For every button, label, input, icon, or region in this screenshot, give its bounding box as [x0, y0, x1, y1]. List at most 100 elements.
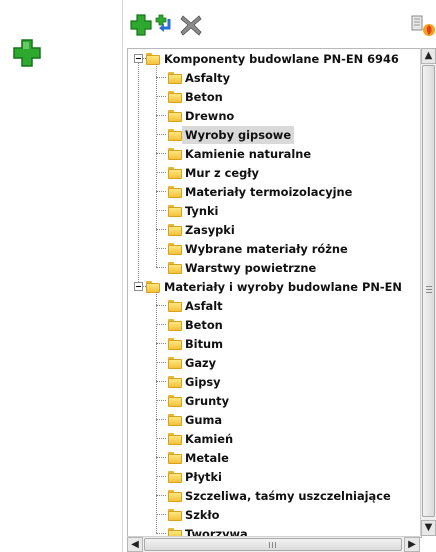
tree-item-row[interactable]: Zasypki [128, 221, 421, 239]
tree-item-row[interactable]: Kamień [128, 430, 421, 448]
vertical-scroll-thumb[interactable] [422, 65, 435, 517]
tree-connector [156, 457, 166, 458]
folder-icon [168, 167, 182, 179]
tree-connector [156, 476, 166, 477]
tree-connector [156, 96, 166, 97]
tree-connector [156, 438, 166, 439]
tree-connector [156, 134, 166, 135]
add-icon-large[interactable] [12, 38, 42, 68]
tree-item-label: Beton [185, 90, 223, 104]
tree-item-label: Kamień [185, 432, 234, 446]
tree-item-row[interactable]: Bitum [128, 335, 421, 353]
tree-connector [156, 400, 166, 401]
collapse-toggle-icon[interactable] [134, 282, 143, 291]
tree-connector [156, 495, 166, 496]
folder-icon [146, 281, 160, 293]
vertical-scrollbar[interactable]: ▲ ▼ [420, 48, 436, 536]
tree-connector [156, 248, 166, 249]
tree-item-row[interactable]: Kamienie naturalne [128, 145, 421, 163]
folder-icon [168, 452, 182, 464]
folder-icon [168, 319, 182, 331]
tree-connector [156, 292, 157, 533]
tree-item-row[interactable]: Metale [128, 449, 421, 467]
tree-group-row[interactable]: Komponenty budowlane PN-EN 6946 [128, 50, 421, 68]
tree-item-row[interactable]: Gazy [128, 354, 421, 372]
tree-item-label: Gazy [185, 356, 217, 370]
tree-item-row[interactable]: Grunty [128, 392, 421, 410]
horizontal-scrollbar[interactable]: ◀ ▶ [127, 536, 420, 552]
delete-icon[interactable] [180, 14, 202, 36]
tree-item-row[interactable]: Tynki [128, 202, 421, 220]
folder-icon [146, 53, 160, 65]
tree-item-label: Drewno [185, 109, 235, 123]
scroll-left-button[interactable]: ◀ [127, 537, 143, 552]
tree-connector [156, 533, 166, 534]
tree-connector [156, 267, 166, 268]
tree-connector [156, 305, 166, 306]
tree-item-row[interactable]: Asfalt [128, 297, 421, 315]
tree-item-row[interactable]: Beton [128, 316, 421, 334]
tree-item-label: Warstwy powietrzne [185, 261, 317, 275]
tree-item-row[interactable]: Drewno [128, 107, 421, 125]
tree-item-row[interactable]: Płytki [128, 468, 421, 486]
tree-item-label: Asfalty [185, 71, 231, 85]
horizontal-scroll-thumb[interactable] [144, 538, 402, 551]
scroll-right-button[interactable]: ▶ [404, 537, 420, 552]
tree-item-label: Grunty [185, 394, 230, 408]
tree-item-row[interactable]: Wyroby gipsowe [128, 126, 421, 144]
scroll-up-button[interactable]: ▲ [421, 48, 436, 64]
tree-item-label: Materiały termoizolacyjne [185, 185, 353, 199]
tree-item-label: Zasypki [185, 223, 235, 237]
tree-item-label: Wyroby gipsowe [182, 126, 295, 144]
folder-icon [168, 129, 182, 141]
tree-item-row[interactable]: Warstwy powietrzne [128, 259, 421, 277]
tree-connector [156, 419, 166, 420]
tree-item-label: Tynki [185, 204, 219, 218]
folder-icon [168, 338, 182, 350]
folder-icon [168, 357, 182, 369]
collapse-toggle-icon[interactable] [134, 54, 143, 63]
tree-item-label: Mur z cegły [185, 166, 259, 180]
add-icon[interactable] [130, 14, 152, 36]
tree-item-label: Płytki [185, 470, 222, 484]
tree-item-row[interactable]: Szczeliwa, taśmy uszczelniające [128, 487, 421, 505]
tree-connector [156, 514, 166, 515]
folder-icon [168, 433, 182, 445]
scroll-down-button[interactable]: ▼ [421, 520, 436, 536]
tree-item-row[interactable]: Wybrane materiały różne [128, 240, 421, 258]
folder-icon [168, 490, 182, 502]
tree-item-label: Guma [185, 413, 223, 427]
tree-connector [156, 229, 166, 230]
tree-connector [156, 343, 166, 344]
folder-icon [168, 414, 182, 426]
edit-icon[interactable] [410, 14, 436, 38]
tree-item-row[interactable]: Gipsy [128, 373, 421, 391]
materials-tree[interactable]: Komponenty budowlane PN-EN 6946 Asfalty Be… [127, 48, 422, 538]
tree-group-label: Materiały i wyroby budowlane PN-EN [164, 280, 402, 294]
tree-item-row[interactable]: Guma [128, 411, 421, 429]
tree-item-row[interactable]: Beton [128, 88, 421, 106]
tree-item-label: Beton [185, 318, 223, 332]
folder-icon [168, 224, 182, 236]
tree-connector [156, 210, 166, 211]
tree-item-row[interactable]: Materiały termoizolacyjne [128, 183, 421, 201]
tree-item-row[interactable]: Mur z cegły [128, 164, 421, 182]
add-child-icon[interactable] [155, 14, 177, 36]
folder-icon [168, 243, 182, 255]
tree-connector [156, 324, 166, 325]
tree-item-label: Szczeliwa, taśmy uszczelniające [185, 489, 391, 503]
toolbar [122, 10, 436, 40]
tree-item-label: Szkło [185, 508, 220, 522]
folder-icon [168, 471, 182, 483]
tree-item-row[interactable]: Asfalty [128, 69, 421, 87]
folder-icon [168, 72, 182, 84]
tree-item-label: Wybrane materiały różne [185, 242, 348, 256]
tree-connector [156, 77, 166, 78]
tree-connector [156, 172, 166, 173]
tree-connector [138, 63, 139, 282]
tree-group-row[interactable]: Materiały i wyroby budowlane PN-EN [128, 278, 421, 296]
tree-connector [156, 381, 166, 382]
folder-icon [168, 110, 182, 122]
tree-group-label: Komponenty budowlane PN-EN 6946 [164, 52, 399, 66]
tree-item-row[interactable]: Szkło [128, 506, 421, 524]
